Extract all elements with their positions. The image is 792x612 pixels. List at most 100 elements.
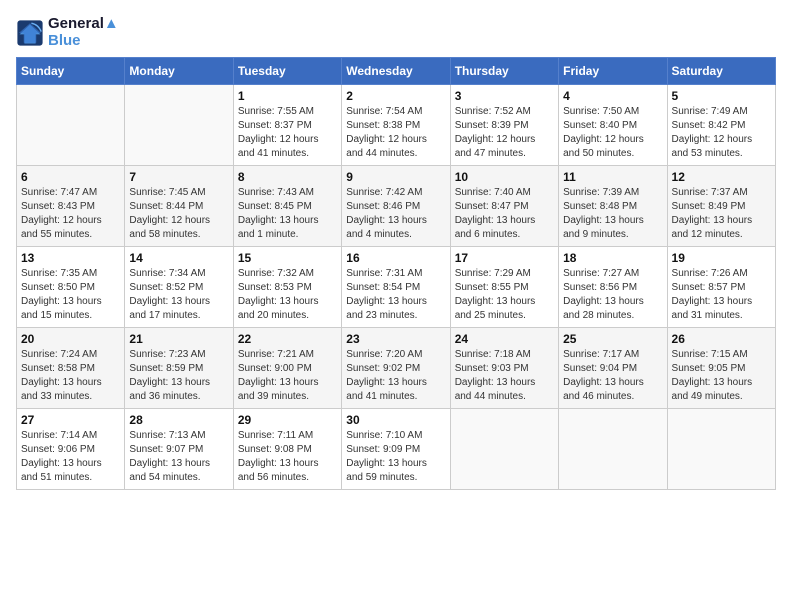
day-info: Sunrise: 7:18 AM Sunset: 9:03 PM Dayligh… bbox=[455, 348, 554, 404]
day-number: 22 bbox=[238, 332, 337, 346]
day-number: 25 bbox=[563, 332, 662, 346]
day-number: 21 bbox=[129, 332, 228, 346]
day-number: 12 bbox=[672, 170, 771, 184]
day-info: Sunrise: 7:27 AM Sunset: 8:56 PM Dayligh… bbox=[563, 267, 662, 323]
calendar-cell: 29 Sunrise: 7:11 AM Sunset: 9:08 PM Dayli… bbox=[233, 409, 341, 490]
day-info: Sunrise: 7:42 AM Sunset: 8:46 PM Dayligh… bbox=[346, 186, 445, 242]
logo-text: Blue bbox=[48, 33, 119, 50]
calendar-cell: 23 Sunrise: 7:20 AM Sunset: 9:02 PM Dayli… bbox=[342, 328, 450, 409]
day-number: 10 bbox=[455, 170, 554, 184]
calendar-cell: 5 Sunrise: 7:49 AM Sunset: 8:42 PM Daylig… bbox=[667, 85, 775, 166]
calendar-cell: 25 Sunrise: 7:17 AM Sunset: 9:04 PM Dayli… bbox=[559, 328, 667, 409]
calendar-week-row: 13 Sunrise: 7:35 AM Sunset: 8:50 PM Dayli… bbox=[17, 247, 776, 328]
day-number: 26 bbox=[672, 332, 771, 346]
day-number: 19 bbox=[672, 251, 771, 265]
calendar-cell bbox=[559, 409, 667, 490]
calendar-cell: 4 Sunrise: 7:50 AM Sunset: 8:40 PM Daylig… bbox=[559, 85, 667, 166]
day-info: Sunrise: 7:24 AM Sunset: 8:58 PM Dayligh… bbox=[21, 348, 120, 404]
calendar-cell: 8Sunrise: 7:43 AM Sunset: 8:45 PM Daylig… bbox=[233, 166, 341, 247]
calendar-cell: 24Sunrise: 7:18 AM Sunset: 9:03 PM Dayli… bbox=[450, 328, 558, 409]
calendar-cell: 16 Sunrise: 7:31 AM Sunset: 8:54 PM Dayli… bbox=[342, 247, 450, 328]
day-number: 8 bbox=[238, 170, 337, 184]
calendar-week-row: 27 Sunrise: 7:14 AM Sunset: 9:06 PM Dayli… bbox=[17, 409, 776, 490]
day-number: 30 bbox=[346, 413, 445, 427]
calendar-cell: 10 Sunrise: 7:40 AM Sunset: 8:47 PM Dayli… bbox=[450, 166, 558, 247]
logo-icon bbox=[16, 19, 44, 47]
calendar-cell: 21Sunrise: 7:23 AM Sunset: 8:59 PM Dayli… bbox=[125, 328, 233, 409]
calendar-cell: 28Sunrise: 7:13 AM Sunset: 9:07 PM Dayli… bbox=[125, 409, 233, 490]
day-info: Sunrise: 7:49 AM Sunset: 8:42 PM Dayligh… bbox=[672, 105, 771, 161]
day-info: Sunrise: 7:13 AM Sunset: 9:07 PM Dayligh… bbox=[129, 429, 228, 485]
calendar-cell: 11Sunrise: 7:39 AM Sunset: 8:48 PM Dayli… bbox=[559, 166, 667, 247]
day-info: Sunrise: 7:40 AM Sunset: 8:47 PM Dayligh… bbox=[455, 186, 554, 242]
day-info: Sunrise: 7:35 AM Sunset: 8:50 PM Dayligh… bbox=[21, 267, 120, 323]
day-header-thursday: Thursday bbox=[450, 58, 558, 85]
page-header: General▲ Blue bbox=[16, 16, 776, 49]
calendar-cell: 15 Sunrise: 7:32 AM Sunset: 8:53 PM Dayli… bbox=[233, 247, 341, 328]
day-info: Sunrise: 7:47 AM Sunset: 8:43 PM Dayligh… bbox=[21, 186, 120, 242]
day-header-wednesday: Wednesday bbox=[342, 58, 450, 85]
calendar-cell: 6 Sunrise: 7:47 AM Sunset: 8:43 PM Daylig… bbox=[17, 166, 125, 247]
day-number: 1 bbox=[238, 89, 337, 103]
day-number: 17 bbox=[455, 251, 554, 265]
calendar-cell bbox=[450, 409, 558, 490]
calendar-cell: 22 Sunrise: 7:21 AM Sunset: 9:00 PM Dayli… bbox=[233, 328, 341, 409]
day-info: Sunrise: 7:37 AM Sunset: 8:49 PM Dayligh… bbox=[672, 186, 771, 242]
calendar-cell: 19 Sunrise: 7:26 AM Sunset: 8:57 PM Dayli… bbox=[667, 247, 775, 328]
day-number: 23 bbox=[346, 332, 445, 346]
day-info: Sunrise: 7:54 AM Sunset: 8:38 PM Dayligh… bbox=[346, 105, 445, 161]
calendar-cell: 30 Sunrise: 7:10 AM Sunset: 9:09 PM Dayli… bbox=[342, 409, 450, 490]
calendar-table: SundayMondayTuesdayWednesdayThursdayFrid… bbox=[16, 57, 776, 490]
calendar-header-row: SundayMondayTuesdayWednesdayThursdayFrid… bbox=[17, 58, 776, 85]
calendar-cell bbox=[17, 85, 125, 166]
day-header-sunday: Sunday bbox=[17, 58, 125, 85]
day-header-saturday: Saturday bbox=[667, 58, 775, 85]
day-number: 27 bbox=[21, 413, 120, 427]
calendar-week-row: 6 Sunrise: 7:47 AM Sunset: 8:43 PM Daylig… bbox=[17, 166, 776, 247]
day-number: 9 bbox=[346, 170, 445, 184]
day-info: Sunrise: 7:32 AM Sunset: 8:53 PM Dayligh… bbox=[238, 267, 337, 323]
calendar-cell: 14Sunrise: 7:34 AM Sunset: 8:52 PM Dayli… bbox=[125, 247, 233, 328]
day-header-monday: Monday bbox=[125, 58, 233, 85]
day-number: 15 bbox=[238, 251, 337, 265]
logo: General▲ Blue bbox=[16, 16, 119, 49]
calendar-cell: 18 Sunrise: 7:27 AM Sunset: 8:56 PM Dayli… bbox=[559, 247, 667, 328]
day-number: 2 bbox=[346, 89, 445, 103]
calendar-cell: 13 Sunrise: 7:35 AM Sunset: 8:50 PM Dayli… bbox=[17, 247, 125, 328]
day-info: Sunrise: 7:55 AM Sunset: 8:37 PM Dayligh… bbox=[238, 105, 337, 161]
calendar-cell: 1 Sunrise: 7:55 AM Sunset: 8:37 PM Daylig… bbox=[233, 85, 341, 166]
day-number: 3 bbox=[455, 89, 554, 103]
day-number: 29 bbox=[238, 413, 337, 427]
day-number: 13 bbox=[21, 251, 120, 265]
day-info: Sunrise: 7:31 AM Sunset: 8:54 PM Dayligh… bbox=[346, 267, 445, 323]
calendar-cell: 7Sunrise: 7:45 AM Sunset: 8:44 PM Daylig… bbox=[125, 166, 233, 247]
calendar-cell bbox=[667, 409, 775, 490]
day-info: Sunrise: 7:20 AM Sunset: 9:02 PM Dayligh… bbox=[346, 348, 445, 404]
day-info: Sunrise: 7:26 AM Sunset: 8:57 PM Dayligh… bbox=[672, 267, 771, 323]
day-info: Sunrise: 7:15 AM Sunset: 9:05 PM Dayligh… bbox=[672, 348, 771, 404]
day-info: Sunrise: 7:21 AM Sunset: 9:00 PM Dayligh… bbox=[238, 348, 337, 404]
day-info: Sunrise: 7:52 AM Sunset: 8:39 PM Dayligh… bbox=[455, 105, 554, 161]
calendar-cell: 2 Sunrise: 7:54 AM Sunset: 8:38 PM Daylig… bbox=[342, 85, 450, 166]
day-info: Sunrise: 7:29 AM Sunset: 8:55 PM Dayligh… bbox=[455, 267, 554, 323]
day-info: Sunrise: 7:39 AM Sunset: 8:48 PM Dayligh… bbox=[563, 186, 662, 242]
day-info: Sunrise: 7:10 AM Sunset: 9:09 PM Dayligh… bbox=[346, 429, 445, 485]
day-number: 16 bbox=[346, 251, 445, 265]
calendar-cell: 26 Sunrise: 7:15 AM Sunset: 9:05 PM Dayli… bbox=[667, 328, 775, 409]
day-header-tuesday: Tuesday bbox=[233, 58, 341, 85]
day-info: Sunrise: 7:50 AM Sunset: 8:40 PM Dayligh… bbox=[563, 105, 662, 161]
calendar-week-row: 1 Sunrise: 7:55 AM Sunset: 8:37 PM Daylig… bbox=[17, 85, 776, 166]
calendar-cell: 20Sunrise: 7:24 AM Sunset: 8:58 PM Dayli… bbox=[17, 328, 125, 409]
calendar-cell: 17 Sunrise: 7:29 AM Sunset: 8:55 PM Dayli… bbox=[450, 247, 558, 328]
day-number: 4 bbox=[563, 89, 662, 103]
calendar-cell: 3 Sunrise: 7:52 AM Sunset: 8:39 PM Daylig… bbox=[450, 85, 558, 166]
day-number: 14 bbox=[129, 251, 228, 265]
day-number: 6 bbox=[21, 170, 120, 184]
day-info: Sunrise: 7:17 AM Sunset: 9:04 PM Dayligh… bbox=[563, 348, 662, 404]
calendar-cell bbox=[125, 85, 233, 166]
day-info: Sunrise: 7:11 AM Sunset: 9:08 PM Dayligh… bbox=[238, 429, 337, 485]
day-info: Sunrise: 7:14 AM Sunset: 9:06 PM Dayligh… bbox=[21, 429, 120, 485]
day-number: 5 bbox=[672, 89, 771, 103]
day-number: 18 bbox=[563, 251, 662, 265]
day-header-friday: Friday bbox=[559, 58, 667, 85]
